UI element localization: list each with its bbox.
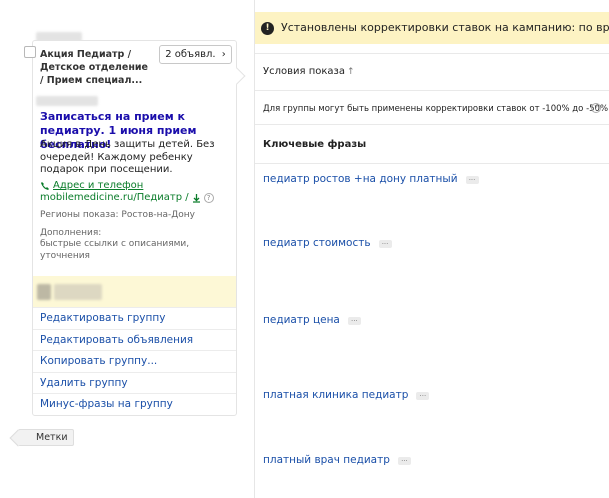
sort-arrow-icon: ↑ xyxy=(346,67,355,77)
delete-group-link[interactable]: Удалить группу xyxy=(33,371,236,394)
ad-contact-link[interactable]: Адрес и телефон xyxy=(40,180,143,192)
divider xyxy=(255,53,609,54)
help-icon[interactable]: ? xyxy=(203,193,214,203)
negative-keywords-link[interactable]: Минус-фразы на группу xyxy=(33,393,236,415)
conditions-column-header[interactable]: Условия показа ↑ xyxy=(263,66,355,78)
more-options-icon[interactable]: ... xyxy=(378,238,392,248)
ads-count-label: 2 объявл. xyxy=(165,49,216,60)
divider xyxy=(255,90,609,91)
status-icon-blurred xyxy=(37,284,51,300)
keyword-row: педиатр цена ... xyxy=(263,314,361,327)
keyword-row: платная клиника педиатр ... xyxy=(263,389,430,402)
keyword-phrase[interactable]: педиатр цена xyxy=(263,314,340,327)
edit-group-link[interactable]: Редактировать группу xyxy=(33,307,236,329)
bid-adjustment-range-note: Для группы могут быть применены корректи… xyxy=(263,104,609,114)
group-checkbox[interactable] xyxy=(24,46,36,58)
info-icon: ! xyxy=(261,22,274,35)
notice-text: Установлены корректировки ставок на камп… xyxy=(281,21,609,34)
more-options-icon[interactable]: ... xyxy=(465,174,479,184)
group-name[interactable]: Акция Педиатр / Детское отделение / Прие… xyxy=(40,48,152,87)
tags-button[interactable]: Метки xyxy=(18,429,74,446)
extras-label: Дополнения: xyxy=(40,228,102,238)
status-text-blurred xyxy=(54,284,102,300)
column-divider xyxy=(254,0,255,498)
ad-number-blurred xyxy=(36,96,98,106)
ad-regions: Регионы показа: Ростов-на-Дону xyxy=(40,210,196,220)
contact-link-label: Адрес и телефон xyxy=(53,180,144,191)
keyword-phrase[interactable]: платная клиника педиатр xyxy=(263,389,408,402)
divider xyxy=(255,124,609,125)
divider xyxy=(255,163,609,164)
extras-value: быстрые ссылки с описаниями, уточнения xyxy=(40,239,190,261)
keyword-phrase[interactable]: педиатр стоимость xyxy=(263,237,371,250)
chevron-right-icon: › xyxy=(221,49,226,60)
ads-count-button[interactable]: 2 объявл. › xyxy=(159,45,232,64)
ad-display-url: mobilemedicine.ru/Педиатр / ? xyxy=(40,192,214,204)
edit-ads-link[interactable]: Редактировать объявления xyxy=(33,328,236,351)
keyword-row: педиатр стоимость ... xyxy=(263,237,392,250)
ad-text: Акция в День защиты детей. Без очередей!… xyxy=(40,139,215,175)
keyword-phrase[interactable]: платный врач педиатр xyxy=(263,454,390,467)
more-options-icon[interactable]: ... xyxy=(347,315,361,325)
conditions-header-label: Условия показа xyxy=(263,66,345,77)
keyword-phrase[interactable]: педиатр ростов +на дону платный xyxy=(263,173,458,186)
keyword-row: платный врач педиатр ... xyxy=(263,454,411,467)
group-actions-menu: Редактировать группу Редактировать объяв… xyxy=(33,307,236,415)
phone-icon xyxy=(41,182,49,190)
download-arrow-icon[interactable] xyxy=(192,193,201,203)
keyword-row: педиатр ростов +на дону платный ... xyxy=(263,173,479,186)
more-options-icon[interactable]: ... xyxy=(416,390,430,400)
help-icon[interactable]: ? xyxy=(591,103,601,113)
more-options-icon[interactable]: ... xyxy=(397,455,411,465)
bid-adjustment-notice: ! Установлены корректировки ставок на ка… xyxy=(255,12,609,44)
display-url-text: mobilemedicine.ru/Педиатр / xyxy=(40,192,189,203)
copy-group-link[interactable]: Копировать группу... xyxy=(33,350,236,372)
keywords-header: Ключевые фразы xyxy=(263,139,367,150)
